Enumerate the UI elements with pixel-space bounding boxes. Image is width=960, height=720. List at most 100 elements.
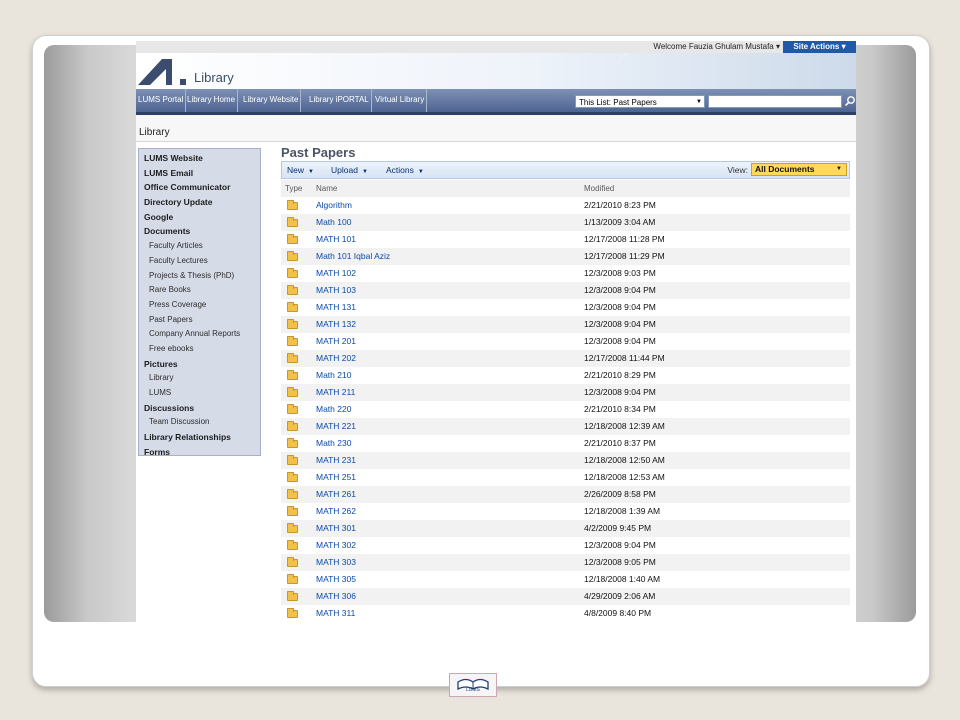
site-header: Library	[136, 53, 856, 89]
site-title[interactable]: Library	[194, 70, 234, 85]
upload-label: Upload	[331, 165, 358, 175]
folder-icon	[287, 574, 298, 584]
quick-launch-item[interactable]: LUMS Website	[139, 151, 260, 166]
table-row[interactable]: MATH 102 12/3/2008 9:03 PM	[281, 265, 850, 282]
quick-launch-item[interactable]: Discussions	[139, 401, 260, 416]
quick-launch-item[interactable]: Free ebooks	[139, 342, 260, 357]
folder-name-link[interactable]: MATH 231	[316, 452, 356, 469]
search-input[interactable]	[708, 95, 842, 108]
table-row[interactable]: Math 230 2/21/2010 8:37 PM	[281, 435, 850, 452]
tab-virtual-library[interactable]: Virtual Library	[373, 89, 428, 112]
folder-name-link[interactable]: MATH 305	[316, 571, 356, 588]
quick-launch-item[interactable]: Office Communicator	[139, 180, 260, 195]
table-row[interactable]: MATH 103 12/3/2008 9:04 PM	[281, 282, 850, 299]
folder-name-link[interactable]: MATH 131	[316, 299, 356, 316]
quick-launch-item[interactable]: Company Annual Reports	[139, 327, 260, 342]
breadcrumb[interactable]: Library	[139, 127, 170, 138]
quick-launch-item[interactable]: Library	[139, 371, 260, 386]
table-row[interactable]: MATH 251 12/18/2008 12:53 AM	[281, 469, 850, 486]
folder-name-link[interactable]: MATH 301	[316, 520, 356, 537]
modified-date: 2/21/2010 8:37 PM	[584, 438, 656, 448]
folder-name-link[interactable]: Algorithm	[316, 197, 352, 214]
actions-menu[interactable]: Actions ▼	[386, 162, 424, 178]
folder-name-link[interactable]: MATH 251	[316, 469, 356, 486]
table-row[interactable]: Math 210 2/21/2010 8:29 PM	[281, 367, 850, 384]
new-menu[interactable]: New ▼	[287, 162, 314, 178]
table-row[interactable]: MATH 311 4/8/2009 8:40 PM	[281, 605, 850, 622]
column-name[interactable]: Name	[316, 180, 337, 197]
quick-launch-item[interactable]: LUMS Email	[139, 166, 260, 181]
folder-name-link[interactable]: MATH 103	[316, 282, 356, 299]
search-icon[interactable]	[844, 94, 856, 108]
quick-launch-item[interactable]: Press Coverage	[139, 298, 260, 313]
column-modified[interactable]: Modified	[584, 180, 614, 197]
folder-icon	[287, 268, 298, 278]
table-row[interactable]: MATH 231 12/18/2008 12:50 AM	[281, 452, 850, 469]
quick-launch-item[interactable]: Team Discussion	[139, 415, 260, 430]
tab-library-home[interactable]: Library Home	[185, 89, 239, 112]
table-row[interactable]: MATH 306 4/29/2009 2:06 AM	[281, 588, 850, 605]
table-row[interactable]: Math 100 1/13/2009 3:04 AM	[281, 214, 850, 231]
tab-lums-portal[interactable]: LUMS Portal	[136, 89, 187, 112]
quick-launch-item[interactable]: LUMS	[139, 386, 260, 401]
quick-launch-item[interactable]: Past Papers	[139, 313, 260, 328]
table-row[interactable]: MATH 302 12/3/2008 9:04 PM	[281, 537, 850, 554]
table-row[interactable]: MATH 211 12/3/2008 9:04 PM	[281, 384, 850, 401]
folder-icon	[287, 506, 298, 516]
folder-name-link[interactable]: MATH 132	[316, 316, 356, 333]
table-row[interactable]: MATH 202 12/17/2008 11:44 PM	[281, 350, 850, 367]
folder-name-link[interactable]: MATH 303	[316, 554, 356, 571]
folder-name-link[interactable]: MATH 306	[316, 588, 356, 605]
column-type[interactable]: Type	[285, 180, 302, 197]
folder-name-link[interactable]: Math 230	[316, 435, 351, 452]
folder-name-link[interactable]: Math 220	[316, 401, 351, 418]
table-row[interactable]: MATH 305 12/18/2008 1:40 AM	[281, 571, 850, 588]
table-row[interactable]: Math 220 2/21/2010 8:34 PM	[281, 401, 850, 418]
folder-name-link[interactable]: MATH 311	[316, 605, 355, 622]
folder-name-link[interactable]: Math 100	[316, 214, 351, 231]
quick-launch-item[interactable]: Documents	[139, 224, 260, 239]
upload-menu[interactable]: Upload ▼	[331, 162, 368, 178]
quick-launch-item[interactable]: Faculty Articles	[139, 239, 260, 254]
folder-name-link[interactable]: Math 101 Iqbal Aziz	[316, 248, 390, 265]
table-row[interactable]: MATH 101 12/17/2008 11:28 PM	[281, 231, 850, 248]
folder-icon	[287, 370, 298, 380]
welcome-menu[interactable]: Welcome Fauzia Ghulam Mustafa ▾	[653, 42, 780, 51]
tab-library-website[interactable]: Library Website	[241, 89, 302, 112]
chevron-down-icon: ▼	[417, 169, 424, 175]
table-row[interactable]: MATH 221 12/18/2008 12:39 AM	[281, 418, 850, 435]
quick-launch-item[interactable]: Google	[139, 210, 260, 225]
table-row[interactable]: MATH 262 12/18/2008 1:39 AM	[281, 503, 850, 520]
folder-name-link[interactable]: MATH 101	[316, 231, 356, 248]
table-row[interactable]: MATH 301 4/2/2009 9:45 PM	[281, 520, 850, 537]
folder-name-link[interactable]: MATH 261	[316, 486, 356, 503]
table-row[interactable]: MATH 201 12/3/2008 9:04 PM	[281, 333, 850, 350]
folder-name-link[interactable]: MATH 201	[316, 333, 356, 350]
folder-name-link[interactable]: MATH 262	[316, 503, 356, 520]
folder-name-link[interactable]: MATH 211	[316, 384, 355, 401]
folder-name-link[interactable]: Math 210	[316, 367, 351, 384]
folder-name-link[interactable]: MATH 202	[316, 350, 356, 367]
table-row[interactable]: MATH 261 2/26/2009 8:58 PM	[281, 486, 850, 503]
view-select[interactable]: All Documents ▼	[751, 163, 847, 176]
site-actions-button[interactable]: Site Actions ▾	[783, 41, 856, 53]
search-scope-select[interactable]: This List: Past Papers ▼	[575, 95, 705, 108]
folder-name-link[interactable]: MATH 221	[316, 418, 356, 435]
quick-launch-item[interactable]: Pictures	[139, 357, 260, 372]
table-row[interactable]: MATH 131 12/3/2008 9:04 PM	[281, 299, 850, 316]
page-title: Past Papers	[281, 145, 356, 160]
folder-name-link[interactable]: MATH 102	[316, 265, 356, 282]
quick-launch-item[interactable]: Rare Books	[139, 283, 260, 298]
tab-library-iportal[interactable]: Library iPORTAL	[307, 89, 372, 112]
quick-launch-item[interactable]: Faculty Lectures	[139, 254, 260, 269]
quick-launch-item[interactable]: Projects & Thesis (PhD)	[139, 269, 260, 284]
folder-name-link[interactable]: MATH 302	[316, 537, 356, 554]
quick-launch-item[interactable]: Forms	[139, 445, 260, 460]
quick-launch-item[interactable]: Directory Update	[139, 195, 260, 210]
quick-launch-item[interactable]: Library Relationships	[139, 430, 260, 445]
table-row[interactable]: Algorithm 2/21/2010 8:23 PM	[281, 197, 850, 214]
table-row[interactable]: MATH 303 12/3/2008 9:05 PM	[281, 554, 850, 571]
table-row[interactable]: Math 101 Iqbal Aziz 12/17/2008 11:29 PM	[281, 248, 850, 265]
table-row[interactable]: MATH 132 12/3/2008 9:04 PM	[281, 316, 850, 333]
footer-logo: LUMS	[449, 673, 497, 697]
